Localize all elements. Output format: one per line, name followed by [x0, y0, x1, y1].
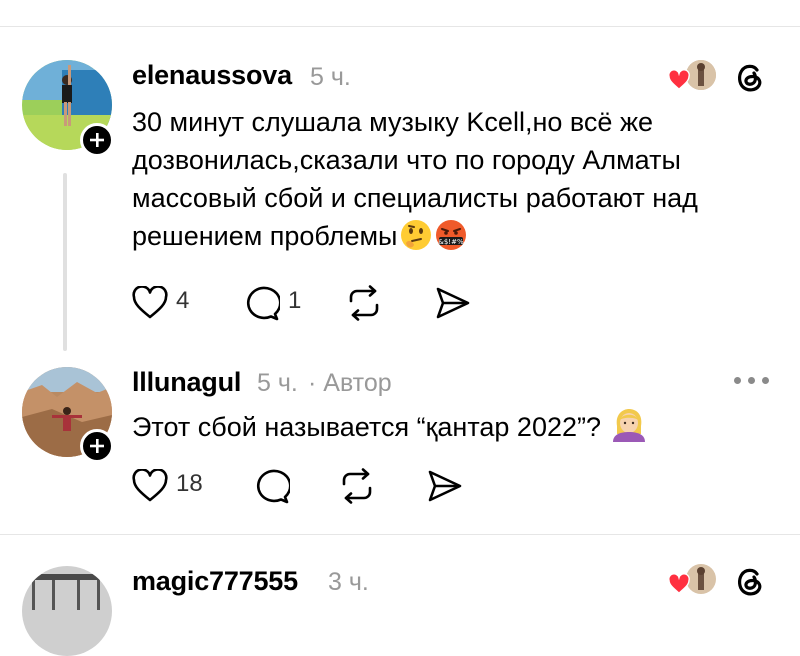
comment-line: решением проблемы &$!#% — [132, 217, 772, 261]
username[interactable]: elenaussova — [132, 60, 292, 91]
share-button[interactable] — [426, 466, 466, 506]
post-divider — [0, 534, 800, 535]
liker-avatar — [686, 564, 716, 594]
heart-icon — [668, 574, 690, 594]
threads-logo-icon[interactable] — [733, 60, 767, 94]
like-button[interactable]: 4 — [132, 283, 192, 323]
username[interactable]: lllunagul — [132, 367, 241, 398]
avatar[interactable] — [22, 566, 112, 656]
heart-icon — [668, 70, 690, 90]
repost-button[interactable] — [338, 466, 378, 506]
repost-icon — [349, 285, 379, 321]
reply-button[interactable] — [252, 466, 292, 506]
comment-line: массовый сбой и специалисты работают над — [132, 183, 698, 213]
cursing-face-icon: &$!#% — [435, 219, 467, 261]
liker-avatar — [686, 60, 716, 90]
reply-count: 1 — [288, 287, 302, 314]
send-icon — [436, 287, 470, 319]
plus-icon — [90, 439, 104, 453]
grawlix-text: &$!#% — [439, 238, 465, 246]
speech-bubble-icon — [246, 286, 280, 321]
heart-icon — [132, 469, 168, 502]
comment-line: дозвонилась,сказали что по городу Алматы — [132, 145, 681, 175]
comment-text: Этот сбой называется “қантар 2022”? — [132, 408, 772, 452]
thread-line — [63, 173, 67, 351]
follow-plus-button[interactable] — [80, 429, 114, 463]
more-icon[interactable] — [734, 377, 770, 387]
woman-tipping-hand-icon — [609, 408, 649, 452]
thinking-face-icon — [400, 219, 432, 261]
comment-text: 30 минут слушала музыку Kcell,но всё же … — [132, 103, 772, 261]
action-bar: 18 — [132, 466, 532, 506]
reply-button[interactable]: 1 — [242, 283, 302, 323]
author-badge: · Автор — [308, 369, 392, 397]
liked-by-indicator[interactable] — [668, 564, 718, 596]
like-count: 4 — [176, 287, 190, 314]
timestamp: 5 ч. — [310, 63, 351, 91]
comment-line: 30 минут слушала музыку Kcell,но всё же — [132, 107, 654, 137]
follow-plus-button[interactable] — [80, 123, 114, 157]
repost-icon — [342, 468, 372, 504]
comment-line: Этот сбой называется “қантар 2022”? — [132, 412, 601, 442]
like-count: 18 — [176, 470, 203, 497]
username[interactable]: magic777555 — [132, 566, 298, 597]
send-icon — [428, 470, 462, 502]
timestamp: 5 ч. — [257, 369, 298, 397]
liked-by-indicator[interactable] — [668, 60, 718, 92]
repost-button[interactable] — [345, 283, 385, 323]
action-bar: 4 1 — [132, 283, 532, 323]
heart-icon — [132, 286, 168, 319]
top-divider — [0, 26, 800, 27]
speech-bubble-icon — [256, 469, 290, 504]
timestamp: 3 ч. — [328, 568, 369, 596]
like-button[interactable]: 18 — [132, 466, 207, 506]
share-button[interactable] — [434, 283, 474, 323]
threads-logo-icon[interactable] — [733, 564, 767, 598]
plus-icon — [90, 133, 104, 147]
